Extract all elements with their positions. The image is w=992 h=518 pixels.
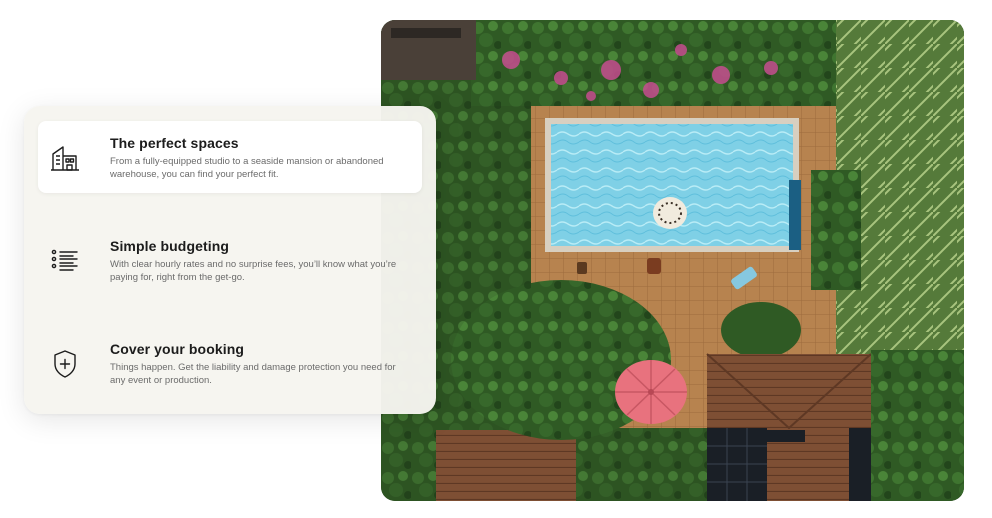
feature-title: Simple budgeting xyxy=(110,238,230,254)
feature-cover-booking[interactable]: Cover your booking Things happen. Get th… xyxy=(38,327,422,399)
building-icon xyxy=(50,143,80,173)
feature-title: Cover your booking xyxy=(110,341,245,357)
feature-title: The perfect spaces xyxy=(110,135,239,151)
features-card: The perfect spaces From a fully-equipped… xyxy=(24,106,436,414)
feature-description: Things happen. Get the liability and dam… xyxy=(110,362,396,386)
shield-plus-icon xyxy=(50,349,80,379)
list-icon xyxy=(50,246,80,276)
aerial-pool-photo xyxy=(381,20,964,501)
feature-simple-budgeting[interactable]: Simple budgeting With clear hourly rates… xyxy=(38,224,422,296)
feature-description: With clear hourly rates and no surprise … xyxy=(110,259,397,283)
feature-description: From a fully-equipped studio to a seasid… xyxy=(110,156,384,180)
feature-perfect-spaces[interactable]: The perfect spaces From a fully-equipped… xyxy=(38,121,422,193)
